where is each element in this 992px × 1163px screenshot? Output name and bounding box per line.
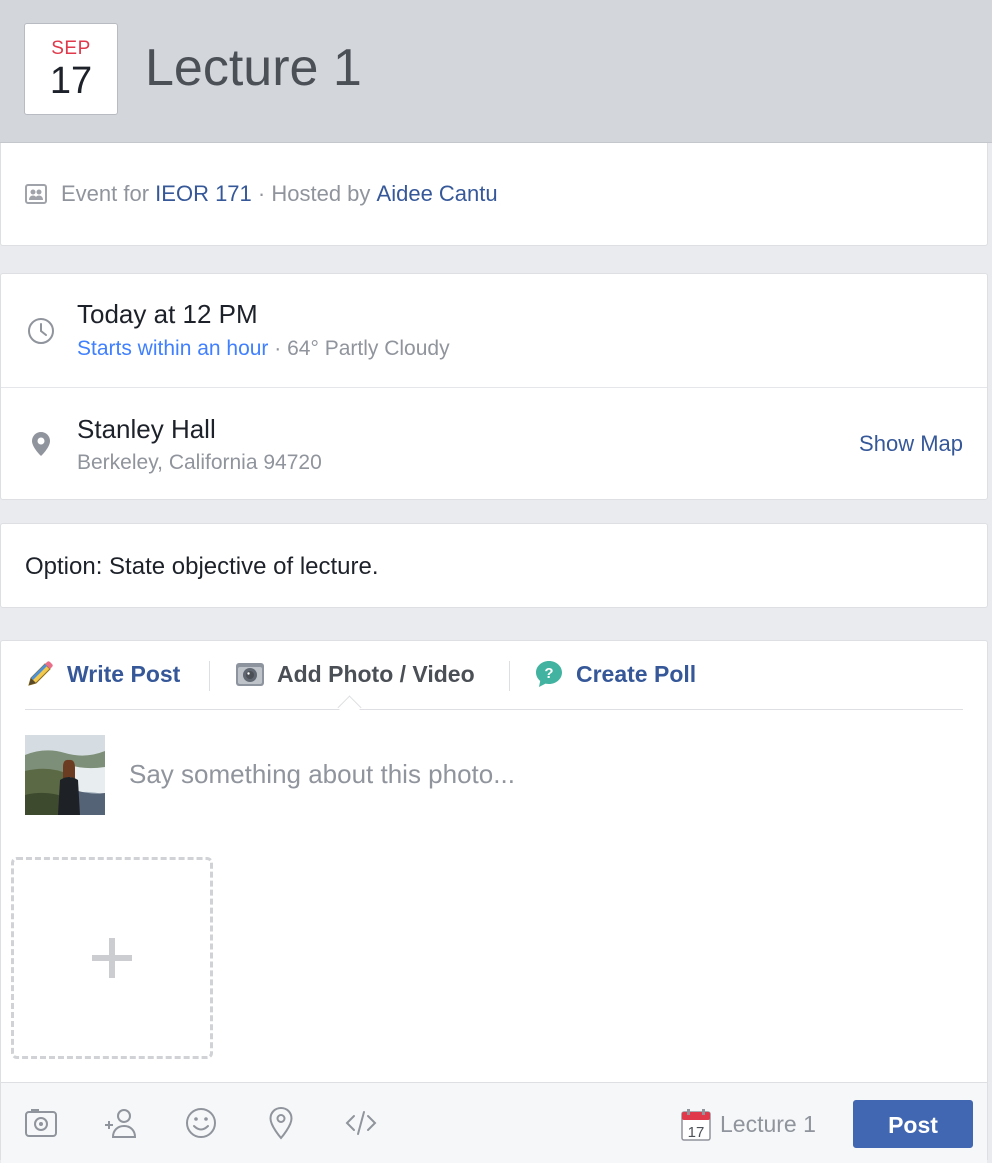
show-map-link[interactable]: Show Map [859,431,963,457]
avatar-photo [25,735,105,815]
tab-create-poll[interactable]: ? Create Poll [534,659,696,689]
event-chip-label: Lecture 1 [720,1111,816,1137]
tab-label: Add Photo / Video [277,660,475,687]
tab-label: Create Poll [576,660,697,687]
tab-divider [509,661,510,691]
host-row: Event for IEOR 171 · Hosted by Aidee Can… [25,181,498,207]
event-header: SEP 17 Lecture 1 [0,0,992,143]
description-text: Option: State objective of lecture. [25,553,379,580]
date-month: SEP [51,38,91,59]
clock-icon [28,318,54,344]
tag-person-icon[interactable] [103,1105,139,1141]
time-sub: Starts within an hour · 64° Partly Cloud… [77,337,450,361]
weather: · 64° Partly Cloudy [274,337,450,360]
poll-icon: ? [536,661,562,687]
event-title: Lecture 1 [145,39,362,97]
post-composer: Write Post Add Photo / Video ? Create Po… [0,640,988,1163]
date-day: 17 [49,60,93,102]
calendar-day: 17 [688,1124,705,1141]
host-card: Event for IEOR 171 · Hosted by Aidee Can… [0,143,988,246]
location-address: Berkeley, California 94720 [77,451,322,474]
composer-tabs: Write Post Add Photo / Video ? Create Po… [25,641,963,710]
emoji-icon[interactable] [183,1105,219,1141]
event-info-card: Today at 12 PM Starts within an hour · 6… [0,273,988,500]
svg-text:?: ? [544,665,553,682]
location-row: Stanley Hall Berkeley, California 94720 … [1,387,987,501]
group-icon [25,184,47,204]
location-icon[interactable] [263,1105,299,1141]
avatar [25,735,105,815]
date-badge: SEP 17 [24,23,118,115]
camera-icon[interactable] [23,1105,59,1141]
time-row: Today at 12 PM Starts within an hour · 6… [1,274,987,387]
starts-soon[interactable]: Starts within an hour [77,337,268,360]
location-name: Stanley Hall [77,414,216,444]
host-link[interactable]: Aidee Cantu [377,181,498,207]
map-pin-icon [32,432,50,456]
calendar-icon: 17 [681,1109,711,1141]
tab-write-post[interactable]: Write Post [25,659,180,689]
camera-icon [236,663,264,686]
event-for-text: Event for [61,181,150,206]
description-card: Option: State objective of lecture. [0,523,988,608]
group-link[interactable]: IEOR 171 [155,181,252,207]
tab-add-photo[interactable]: Add Photo / Video [235,659,475,689]
code-icon[interactable] [343,1105,379,1141]
tab-divider [209,661,210,691]
post-button[interactable]: Post [853,1100,973,1148]
plus-icon [92,938,132,978]
event-time: Today at 12 PM [77,299,258,329]
pencil-icon [28,661,53,686]
post-text-input[interactable] [129,759,949,790]
tab-label: Write Post [67,660,181,687]
hosted-by-text: · Hosted by [257,181,371,206]
add-photo-box[interactable] [11,857,213,1059]
composer-footer: 17 Lecture 1 Post [1,1082,987,1163]
